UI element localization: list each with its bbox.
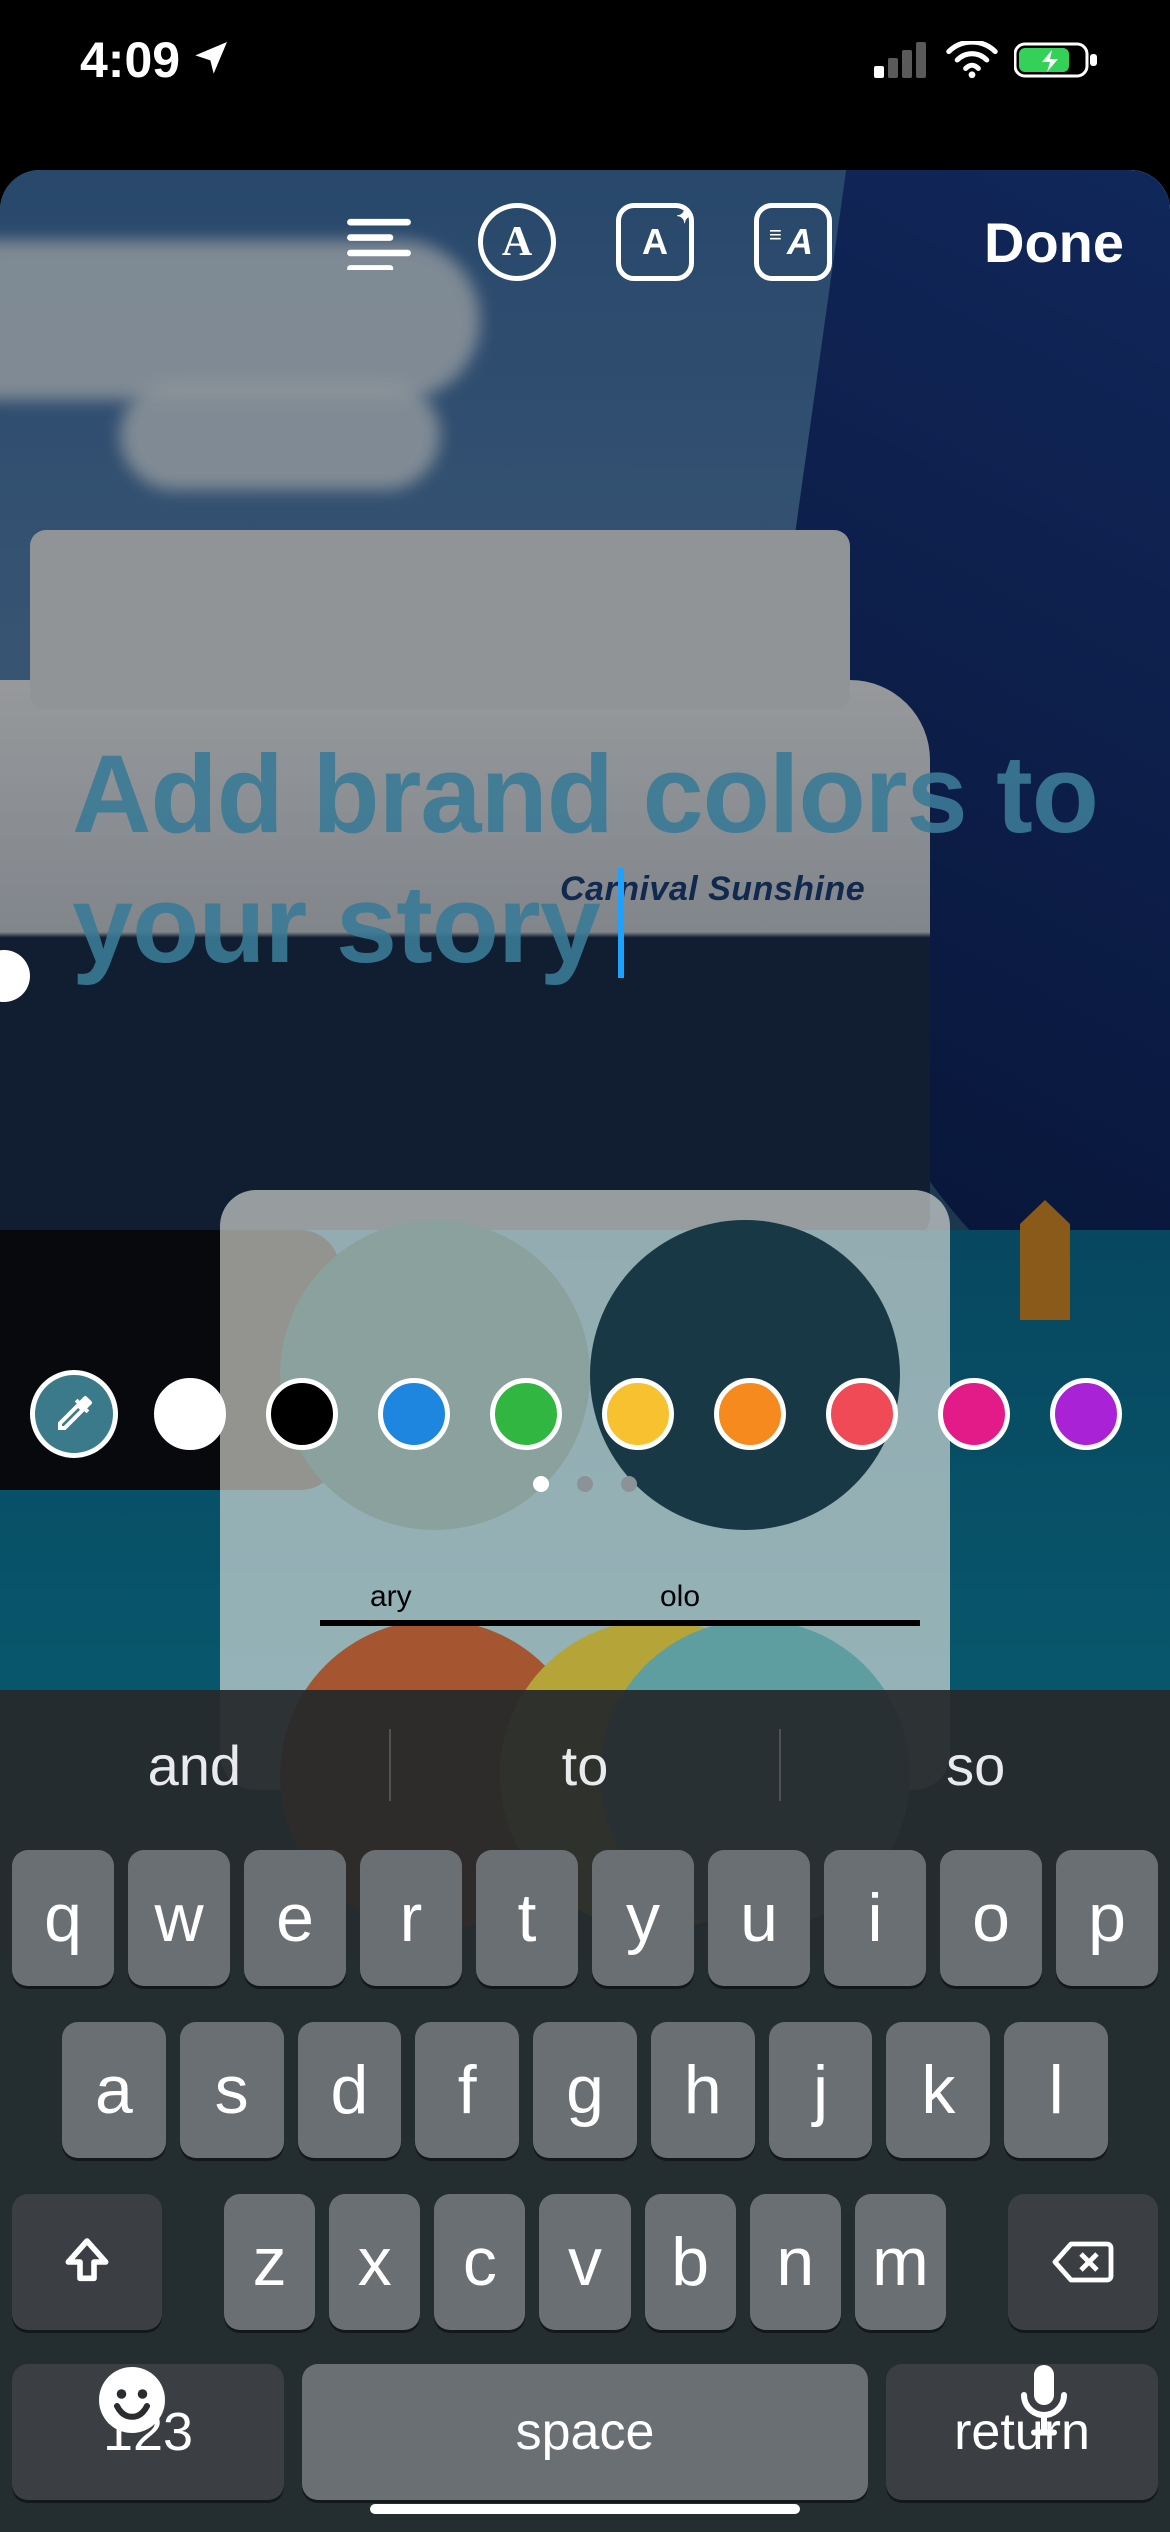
wifi-icon	[946, 41, 998, 79]
key-q[interactable]: q	[12, 1850, 114, 1986]
key-i[interactable]: i	[824, 1850, 926, 1986]
page-dot[interactable]	[621, 1476, 637, 1492]
suggestion[interactable]: and	[0, 1733, 389, 1798]
key-g[interactable]: g	[533, 2022, 637, 2158]
key-u[interactable]: u	[708, 1850, 810, 1986]
key-c[interactable]: c	[434, 2194, 525, 2330]
color-swatch[interactable]	[378, 1378, 450, 1450]
key-x[interactable]: x	[329, 2194, 420, 2330]
color-swatch[interactable]	[714, 1378, 786, 1450]
color-swatch[interactable]	[938, 1378, 1010, 1450]
text-caret	[618, 868, 624, 978]
key-m[interactable]: m	[855, 2194, 946, 2330]
page-dot[interactable]	[533, 1476, 549, 1492]
key-k[interactable]: k	[886, 2022, 990, 2158]
keyboard: and to so qwertyuiop asdfghjkl zxcvbnm	[0, 1690, 1170, 2532]
status-time: 4:09	[80, 31, 180, 89]
text-effects-button[interactable]: A ✦	[616, 203, 694, 281]
key-t[interactable]: t	[476, 1850, 578, 1986]
story-text-input[interactable]: Add brand colors to your story	[72, 730, 1110, 990]
color-swatch[interactable]	[1050, 1378, 1122, 1450]
sticker-fragment-text: ary	[370, 1580, 412, 1614]
text-background-button[interactable]: ≡ A	[754, 203, 832, 281]
sparkle-icon: ✦	[676, 204, 693, 229]
emoji-icon	[96, 2364, 168, 2436]
key-d[interactable]: d	[298, 2022, 402, 2158]
color-swatch[interactable]	[602, 1378, 674, 1450]
key-j[interactable]: j	[769, 2022, 873, 2158]
key-h[interactable]: h	[651, 2022, 755, 2158]
cellular-icon	[874, 42, 930, 78]
key-e[interactable]: e	[244, 1850, 346, 1986]
color-swatch[interactable]	[266, 1378, 338, 1450]
color-page-indicator	[0, 1476, 1170, 1492]
color-swatch[interactable]	[154, 1378, 226, 1450]
key-y[interactable]: y	[592, 1850, 694, 1986]
key-b[interactable]: b	[645, 2194, 736, 2330]
shift-icon	[59, 2234, 115, 2290]
key-v[interactable]: v	[539, 2194, 630, 2330]
done-button[interactable]: Done	[978, 202, 1130, 283]
home-indicator[interactable]	[370, 2504, 800, 2514]
suggestion[interactable]: so	[781, 1733, 1170, 1798]
story-text-value: Add brand colors to your story	[72, 733, 1098, 986]
eyedropper-icon	[50, 1390, 98, 1438]
lines-icon: ≡	[769, 222, 782, 248]
backspace-icon	[1051, 2238, 1115, 2286]
key-l[interactable]: l	[1004, 2022, 1108, 2158]
font-style-label: A	[502, 218, 532, 266]
eyedropper-button[interactable]	[30, 1370, 118, 1458]
suggestion[interactable]: to	[391, 1733, 780, 1798]
key-a[interactable]: a	[62, 2022, 166, 2158]
key-o[interactable]: o	[940, 1850, 1042, 1986]
location-icon	[192, 31, 232, 89]
key-n[interactable]: n	[750, 2194, 841, 2330]
key-r[interactable]: r	[360, 1850, 462, 1986]
font-style-button[interactable]: A	[478, 203, 556, 281]
backspace-key[interactable]	[1008, 2194, 1158, 2330]
key-f[interactable]: f	[415, 2022, 519, 2158]
text-background-label: A	[787, 221, 813, 263]
key-z[interactable]: z	[224, 2194, 315, 2330]
key-p[interactable]: p	[1056, 1850, 1158, 1986]
color-swatch[interactable]	[490, 1378, 562, 1450]
story-editor: Carnival Sunshine ary olo A A ✦ ≡	[0, 170, 1170, 2532]
page-dot[interactable]	[577, 1476, 593, 1492]
emoji-button[interactable]	[96, 2364, 168, 2441]
keyboard-suggestions: and to so	[0, 1700, 1170, 1830]
color-swatch[interactable]	[826, 1378, 898, 1450]
text-toolbar: A A ✦ ≡ A Done	[0, 182, 1170, 302]
shift-key[interactable]	[12, 2194, 162, 2330]
sticker-fragment-text: olo	[660, 1580, 700, 1614]
key-s[interactable]: s	[180, 2022, 284, 2158]
microphone-icon	[1014, 2360, 1074, 2440]
status-bar: 4:09	[0, 0, 1170, 120]
text-effects-label: A	[642, 221, 668, 263]
dictation-button[interactable]	[1014, 2360, 1074, 2445]
battery-icon	[1014, 40, 1100, 80]
key-w[interactable]: w	[128, 1850, 230, 1986]
color-picker	[30, 1370, 1140, 1458]
text-align-button[interactable]	[340, 203, 418, 281]
